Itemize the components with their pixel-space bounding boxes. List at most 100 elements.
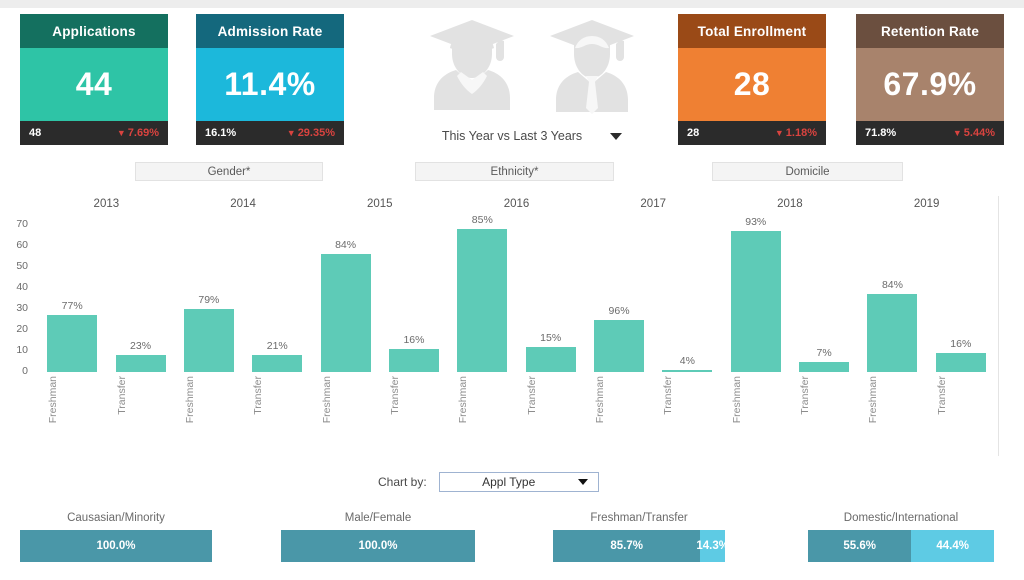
chart-bar[interactable]: [867, 294, 918, 372]
split-segment[interactable]: 44.4%: [911, 530, 994, 562]
chart-bar[interactable]: [320, 254, 371, 372]
kpi-title: Admission Rate: [196, 14, 344, 48]
kpi-footer: 48 ▼ 7.69%: [20, 121, 168, 145]
bar-value-label: 23%: [130, 340, 152, 353]
y-axis-tick: 0: [22, 365, 28, 377]
bar-value-label: 84%: [335, 239, 357, 252]
tab-label: Domicile: [785, 165, 830, 178]
kpi-delta-value: 5.44%: [963, 127, 995, 139]
bar-group: 84% Freshman: [320, 239, 371, 423]
kpi-footer: 16.1% ▼ 29.35%: [196, 121, 344, 145]
bar-category-label: Freshman: [594, 376, 607, 424]
down-arrow-icon: ▼: [774, 128, 784, 138]
chevron-down-icon[interactable]: [610, 132, 623, 140]
down-arrow-icon: ▼: [952, 128, 962, 138]
chart-by-select[interactable]: Appl Type: [438, 472, 599, 492]
bar-category-label: Freshman: [457, 376, 470, 424]
bar-category-label: Transfer: [115, 376, 128, 415]
chart-bar[interactable]: [457, 229, 508, 372]
split-bar-track: 85.7%14.3%: [553, 530, 725, 562]
year-comparison-selector[interactable]: This Year vs Last 3 Years: [406, 126, 658, 146]
y-axis-tick: 20: [16, 323, 28, 335]
split-bar-ethnicity[interactable]: Causasian/Minority 100.0%: [20, 512, 212, 562]
chart-bar[interactable]: [662, 369, 713, 372]
chevron-down-icon[interactable]: [577, 479, 588, 485]
chart-bar[interactable]: [935, 353, 986, 372]
split-title: Male/Female: [344, 512, 412, 524]
kpi-title: Total Enrollment: [678, 14, 826, 48]
bar-category-label: Transfer: [662, 376, 675, 415]
chart-bar[interactable]: [115, 355, 166, 372]
chart-bar[interactable]: [388, 348, 439, 372]
split-segment[interactable]: 85.7%: [553, 530, 701, 562]
kpi-delta: ▼ 29.35%: [287, 127, 335, 139]
tab-label: Ethnicity*: [490, 165, 539, 178]
chart-bar[interactable]: [252, 355, 303, 372]
kpi-delta: ▼ 5.44%: [953, 127, 995, 139]
chart-by-label: Chart by:: [378, 475, 427, 489]
kpi-previous-value: 48: [29, 127, 42, 139]
split-segment[interactable]: 100.0%: [281, 530, 475, 562]
chart-bar[interactable]: [183, 309, 234, 372]
y-axis-tick: 40: [16, 281, 28, 293]
year-comparison-label: This Year vs Last 3 Years: [441, 129, 583, 143]
kpi-card-applications[interactable]: Applications 44 48 ▼ 7.69%: [20, 14, 168, 145]
bar-category-label: Freshman: [183, 376, 196, 424]
bar-group: 4% Transfer: [662, 355, 713, 415]
bar-group: 85% Freshman: [457, 214, 508, 423]
bar-group: 7% Transfer: [799, 347, 850, 415]
split-bar-domicile[interactable]: Domestic/International 55.6% 44.4%: [808, 512, 994, 562]
split-bar-appl-type[interactable]: Freshman/Transfer 85.7%14.3%: [553, 512, 725, 562]
tab-gender[interactable]: Gender*: [135, 162, 323, 181]
bar-chart-panel: 2013 2014 2015 2016 2017 2018 2019 0 10 20 30 40 50…: [0, 196, 999, 456]
split-title: Domestic/International: [843, 512, 959, 524]
split-title: Freshman/Transfer: [590, 512, 688, 524]
split-segment[interactable]: 100.0%: [20, 530, 212, 562]
bar-value-label: 85%: [471, 214, 493, 227]
bar-group: 77% Freshman: [47, 300, 98, 423]
kpi-card-admission-rate[interactable]: Admission Rate 11.4% 16.1% ▼ 29.35%: [196, 14, 344, 145]
down-arrow-icon: ▼: [286, 128, 296, 138]
split-segment[interactable]: 55.6%: [808, 530, 912, 562]
bar-value-label: 96%: [608, 304, 630, 317]
bar-value-label: 15%: [540, 331, 562, 344]
kpi-delta-value: 1.18%: [785, 127, 817, 139]
chart-bar[interactable]: [525, 346, 576, 372]
split-bar-gender[interactable]: Male/Female 100.0%: [281, 512, 475, 562]
bar-group: 79% Freshman: [183, 294, 234, 423]
bar-value-label: 84%: [881, 279, 903, 292]
tab-label: Gender*: [207, 165, 251, 178]
kpi-body: 28: [678, 48, 826, 121]
chart-bar[interactable]: [799, 361, 850, 372]
bar-value-label: 4%: [679, 354, 695, 367]
kpi-previous-value: 71.8%: [865, 127, 897, 139]
bar-category-label: Transfer: [935, 376, 948, 415]
kpi-body: 11.4%: [196, 48, 344, 121]
split-bar-track: 55.6% 44.4%: [808, 530, 994, 562]
bar-category-label: Transfer: [799, 376, 812, 415]
male-graduate-icon: [550, 20, 634, 114]
y-axis-tick: 50: [16, 260, 28, 272]
bar-value-label: 93%: [745, 216, 767, 229]
graduate-icons: [406, 14, 658, 114]
chart-y-axis: 0 10 20 30 40 50 60 70: [0, 196, 34, 456]
down-arrow-icon: ▼: [116, 128, 126, 138]
y-axis-tick: 10: [16, 344, 28, 356]
chart-bar[interactable]: [594, 319, 645, 372]
chart-bar[interactable]: [730, 231, 781, 372]
bar-value-label: 79%: [198, 294, 220, 306]
split-bar-track: 100.0%: [281, 530, 475, 562]
bar-value-label: 77%: [61, 300, 83, 313]
bar-category-label: Freshman: [867, 376, 880, 424]
kpi-value: 67.9%: [883, 66, 977, 102]
split-segment[interactable]: 14.3%: [696, 530, 725, 562]
bar-value-label: 16%: [403, 333, 425, 346]
bar-group: 21% Transfer: [252, 340, 303, 415]
chart-bar[interactable]: [47, 315, 98, 372]
tab-ethnicity[interactable]: Ethnicity*: [415, 162, 614, 181]
tab-domicile[interactable]: Domicile: [712, 162, 903, 181]
chart-by-control: Chart by: Appl Type: [378, 472, 599, 492]
kpi-card-total-enrollment[interactable]: Total Enrollment 28 28 ▼ 1.18%: [678, 14, 826, 145]
kpi-previous-value: 16.1%: [205, 127, 237, 139]
kpi-card-retention-rate[interactable]: Retention Rate 67.9% 71.8% ▼ 5.44%: [856, 14, 1004, 145]
